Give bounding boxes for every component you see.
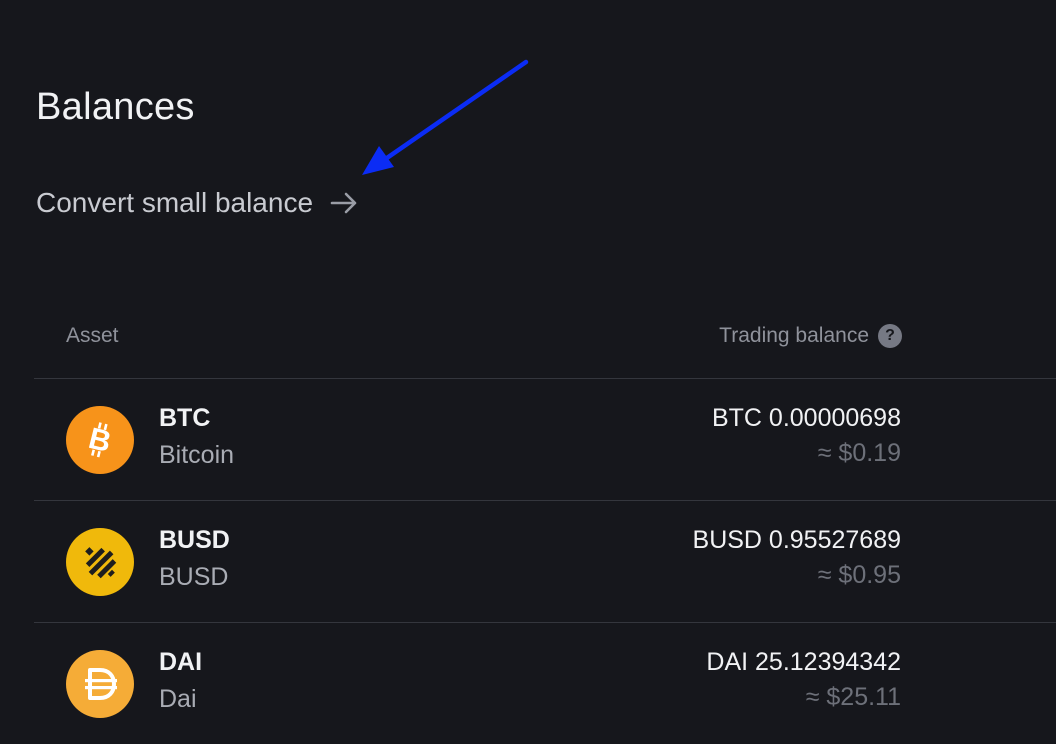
asset-name: BUSD (159, 563, 229, 591)
asset-usd-value: ≈ $25.11 (805, 683, 901, 711)
asset-amount: BUSD 0.95527689 (692, 526, 901, 554)
convert-small-balance-label: Convert small balance (36, 187, 314, 218)
asset-name: Dai (159, 685, 197, 713)
help-icon[interactable]: ? (878, 324, 902, 348)
asset-symbol: BUSD (159, 526, 230, 554)
asset-symbol: DAI (159, 648, 203, 676)
column-header-trading-balance-label: Trading balance (719, 324, 869, 347)
asset-usd-value: ≈ $0.19 (817, 439, 901, 467)
convert-small-balance-link[interactable]: Convert small balance (36, 184, 359, 222)
asset-usd-value: ≈ $0.95 (817, 561, 901, 589)
balances-table-header: Asset Trading balance ? (34, 316, 1056, 379)
table-row[interactable]: DAI Dai DAI 25.12394342 ≈ $25.11 (34, 623, 1056, 744)
column-header-asset: Asset (66, 324, 119, 347)
table-row[interactable]: B BTC Bitcoin BTC 0.00000698 ≈ $0.19 (34, 379, 1056, 501)
bitcoin-icon: B (66, 406, 134, 474)
arrow-right-icon (329, 188, 359, 218)
asset-name: Bitcoin (159, 441, 235, 469)
asset-amount: BTC 0.00000698 (711, 404, 901, 432)
column-header-trading-balance: Trading balance ? (719, 324, 902, 348)
asset-amount: DAI 25.12394342 (706, 648, 901, 676)
balances-page: Balances Convert small balance Asset Tra… (0, 0, 1056, 744)
page-title: Balances (36, 86, 195, 128)
table-row[interactable]: BUSD BUSD BUSD 0.95527689 ≈ $0.95 (34, 501, 1056, 623)
asset-symbol: BTC (159, 404, 211, 432)
busd-icon (66, 528, 134, 596)
dai-icon (66, 650, 134, 718)
